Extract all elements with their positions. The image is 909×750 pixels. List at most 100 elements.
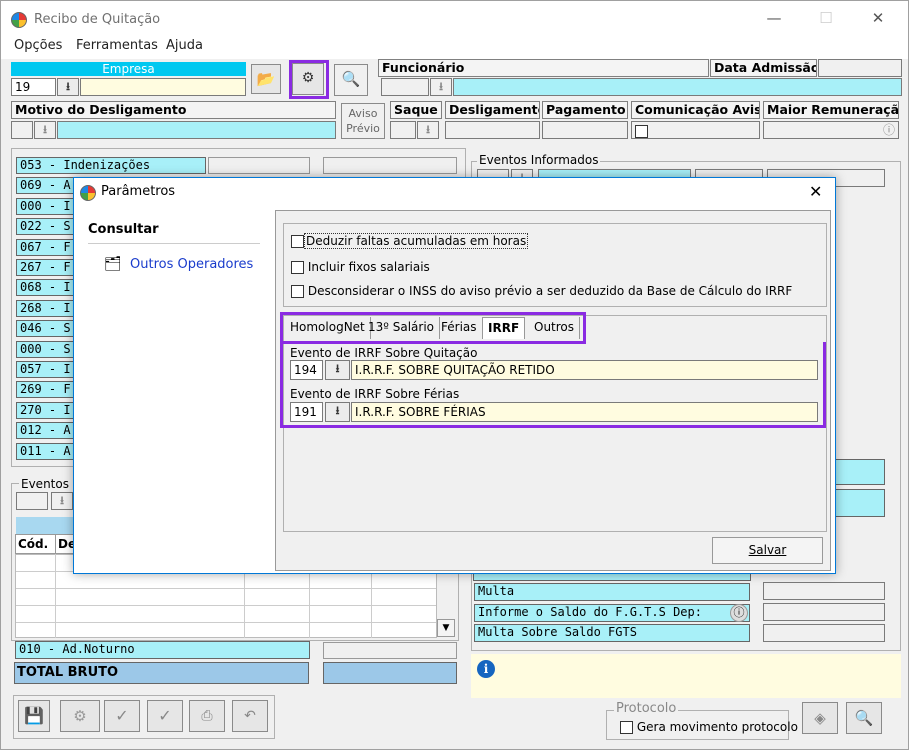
gera-movimento-checkbox[interactable] bbox=[620, 721, 633, 734]
option-deduzir-faltas[interactable]: Deduzir faltas acumuladas em horas bbox=[291, 233, 529, 249]
title-bar: Recibo de Quitação — ☐ ✕ bbox=[1, 1, 908, 37]
left-event-row: 057 - I bbox=[16, 361, 74, 378]
total-bruto-label: TOTAL BRUTO bbox=[14, 662, 309, 684]
motivo-field[interactable] bbox=[57, 121, 336, 139]
motivo-label: Motivo do Desligamento bbox=[11, 101, 336, 119]
pagamento-field[interactable] bbox=[542, 121, 628, 139]
info-bar bbox=[471, 654, 901, 698]
motivo-code[interactable] bbox=[11, 121, 33, 139]
previo-text: Prévio bbox=[346, 122, 380, 135]
consultar-header: Consultar bbox=[88, 222, 159, 237]
left-event-row: 268 - I bbox=[16, 299, 74, 317]
salvar-button[interactable]: Salvar bbox=[712, 537, 823, 564]
operators-icon: 🗂 bbox=[104, 256, 122, 272]
left-event-row: 068 - I bbox=[16, 279, 74, 297]
minimize-button[interactable]: — bbox=[759, 9, 789, 27]
save-disk-icon[interactable]: 💾 bbox=[18, 700, 50, 732]
print-icon[interactable]: ⎙ bbox=[189, 700, 225, 732]
undo-icon[interactable]: ↶ bbox=[232, 700, 268, 732]
left-event-row: 000 - S bbox=[16, 340, 74, 358]
fgts-info-icon[interactable]: ⓘ bbox=[730, 604, 748, 622]
dialog-close-button[interactable]: ✕ bbox=[809, 182, 822, 201]
maior-remuneracao-field[interactable]: ⓘ bbox=[763, 121, 899, 139]
left-event-row: 046 - S bbox=[16, 320, 74, 338]
highlight-irrf-fields bbox=[280, 342, 826, 428]
grid-scroll-down[interactable]: ▼ bbox=[437, 619, 455, 637]
left-value-1 bbox=[208, 157, 310, 174]
eventos-left-label: Eventos I bbox=[19, 477, 79, 491]
dialog-app-icon bbox=[80, 185, 96, 201]
open-folder-icon[interactable]: 📂 bbox=[251, 64, 281, 94]
protocolo-label: Protocolo bbox=[614, 701, 679, 716]
left-event-row: 011 - A bbox=[16, 442, 74, 460]
info-icon: i bbox=[477, 660, 495, 678]
side-divider bbox=[88, 243, 260, 244]
bottom-left-event: 010 - Ad.Noturno bbox=[15, 641, 310, 659]
dialog-title: Parâmetros bbox=[101, 184, 176, 199]
funcionario-name-field[interactable] bbox=[453, 78, 902, 96]
multa-saldo-value[interactable] bbox=[763, 624, 885, 642]
comunicacao-checkbox[interactable] bbox=[635, 124, 648, 138]
check-icon[interactable]: ✓ bbox=[104, 700, 140, 732]
highlight-settings-button bbox=[289, 60, 329, 99]
left-event-row: 022 - S bbox=[16, 218, 74, 236]
funcionario-lookup-button[interactable]: ⭳ bbox=[430, 78, 452, 96]
left-event-row: 012 - A bbox=[16, 422, 74, 440]
incluir-fixos-checkbox[interactable] bbox=[291, 261, 304, 274]
comunicacao-field[interactable] bbox=[631, 121, 760, 139]
empresa-name-field[interactable] bbox=[80, 78, 246, 96]
maximize-button[interactable]: ☐ bbox=[811, 9, 841, 27]
menu-ajuda[interactable]: Ajuda bbox=[166, 38, 203, 53]
desligamento-label: Desligamento bbox=[445, 101, 540, 119]
gera-movimento-option[interactable]: Gera movimento protocolo bbox=[620, 720, 798, 734]
left-event-row: 270 - I bbox=[16, 401, 74, 419]
aviso-text: Aviso bbox=[348, 107, 378, 120]
desconsiderar-inss-checkbox[interactable] bbox=[291, 285, 304, 298]
right-event-row: Multa bbox=[474, 583, 750, 601]
pagamento-label: Pagamento bbox=[542, 101, 628, 119]
left-event-row: 267 - F bbox=[16, 259, 74, 276]
left-event-row: 000 - I bbox=[16, 197, 74, 215]
option-desconsiderar-inss[interactable]: Desconsiderar o INSS do aviso prévio a s… bbox=[291, 284, 792, 298]
empresa-header: Empresa bbox=[11, 62, 246, 76]
deduzir-faltas-label: Deduzir faltas acumuladas em horas bbox=[304, 233, 529, 249]
funcionario-code[interactable] bbox=[381, 78, 429, 96]
desligamento-field[interactable] bbox=[445, 121, 540, 139]
funcionario-label: Funcionário bbox=[378, 59, 709, 77]
menu-opcoes[interactable]: Opções bbox=[14, 38, 62, 53]
empresa-code[interactable]: 19 bbox=[11, 78, 56, 96]
user-search-icon[interactable]: 🔍 bbox=[846, 702, 882, 734]
window-title: Recibo de Quitação bbox=[34, 12, 161, 27]
check-confirm-icon[interactable]: ✓ bbox=[147, 700, 183, 732]
saque-field[interactable] bbox=[390, 121, 416, 139]
aviso-previo-button[interactable]: Aviso Prévio bbox=[341, 103, 385, 139]
close-button[interactable]: ✕ bbox=[863, 9, 893, 27]
fgts-saldo-value[interactable] bbox=[763, 603, 885, 621]
empresa-lookup-button[interactable]: ⭳ bbox=[57, 78, 79, 96]
diamond-icon[interactable]: ◈ bbox=[802, 702, 838, 734]
menu-bar: Opções Ferramentas Ajuda bbox=[1, 37, 908, 59]
calculate-icon[interactable]: ⚙ bbox=[60, 700, 100, 732]
left-event-row: 053 - Indenizações bbox=[16, 157, 206, 174]
option-incluir-fixos[interactable]: Incluir fixos salariais bbox=[291, 260, 430, 274]
lower-left-lookup-button[interactable]: ⭳ bbox=[51, 492, 73, 510]
menu-ferramentas[interactable]: Ferramentas bbox=[76, 38, 158, 53]
data-admissao-field[interactable] bbox=[818, 59, 902, 77]
right-event-row: Multa Sobre Saldo FGTS bbox=[474, 624, 750, 642]
gera-movimento-label: Gera movimento protocolo bbox=[636, 720, 798, 734]
right-cyan-1 bbox=[833, 459, 885, 485]
left-event-row: 067 - F bbox=[16, 238, 74, 256]
grid-col-line-1 bbox=[55, 554, 56, 638]
bottom-left-value bbox=[323, 642, 457, 659]
maior-remuneracao-label: Maior Remuneração bbox=[763, 101, 899, 119]
lower-left-code[interactable] bbox=[16, 492, 48, 510]
search-icon[interactable]: 🔍 bbox=[334, 64, 368, 96]
parametros-dialog: Parâmetros ✕ Consultar 🗂 Outros Operador… bbox=[73, 177, 836, 574]
motivo-lookup-button[interactable]: ⭳ bbox=[34, 121, 56, 139]
multa-value[interactable] bbox=[763, 582, 885, 600]
saque-lookup-button[interactable]: ⭳ bbox=[417, 121, 439, 139]
left-value-2 bbox=[323, 157, 457, 174]
outros-operadores-link[interactable]: Outros Operadores bbox=[130, 257, 253, 272]
incluir-fixos-label: Incluir fixos salariais bbox=[307, 260, 430, 274]
deduzir-faltas-checkbox[interactable] bbox=[291, 235, 304, 248]
